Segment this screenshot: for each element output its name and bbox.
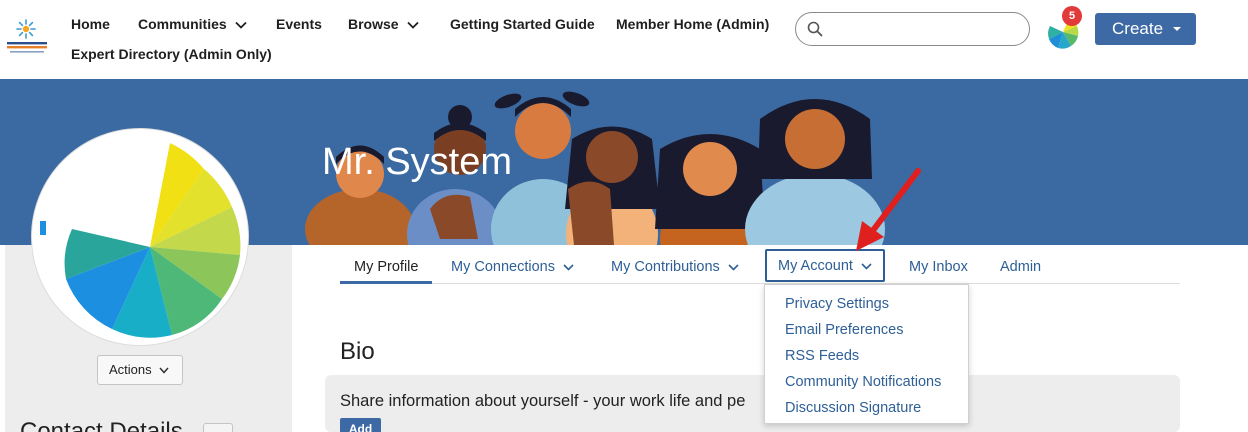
search-icon bbox=[807, 21, 823, 37]
chevron-down-icon bbox=[563, 264, 574, 271]
tab-my-profile-label: My Profile bbox=[354, 259, 419, 275]
nav-getting-started[interactable]: Getting Started Guide bbox=[450, 16, 595, 32]
nav-events[interactable]: Events bbox=[276, 16, 322, 32]
actions-button[interactable]: Actions bbox=[97, 355, 183, 385]
chevron-down-icon bbox=[159, 367, 169, 374]
create-button[interactable]: Create bbox=[1095, 13, 1196, 45]
profile-photo bbox=[31, 128, 249, 346]
nav-communities-label: Communities bbox=[138, 16, 227, 32]
tab-my-account-label: My Account bbox=[778, 258, 853, 274]
add-bio-button[interactable]: Add bbox=[340, 418, 381, 432]
nav-member-home[interactable]: Member Home (Admin) bbox=[616, 16, 769, 32]
site-logo[interactable] bbox=[4, 18, 50, 58]
top-navigation-bar: Home Communities Events Browse Getting S… bbox=[0, 0, 1248, 79]
chevron-down-icon bbox=[861, 263, 872, 270]
bio-prompt: Share information about yourself - your … bbox=[340, 392, 746, 410]
chevron-down-icon bbox=[235, 22, 247, 30]
tab-my-profile[interactable]: My Profile bbox=[340, 250, 433, 284]
notification-badge[interactable]: 5 bbox=[1062, 6, 1082, 26]
red-arrow-annotation bbox=[856, 168, 921, 251]
contact-edit-button[interactable] bbox=[203, 423, 233, 432]
tab-my-contributions-label: My Contributions bbox=[611, 259, 720, 275]
logo-graphic bbox=[7, 19, 47, 53]
tab-admin-label: Admin bbox=[1000, 259, 1042, 275]
search-input[interactable] bbox=[830, 18, 1020, 40]
tab-admin[interactable]: Admin bbox=[1000, 250, 1041, 284]
profile-name: Mr. System bbox=[322, 141, 513, 183]
account-dropdown-menu: Privacy Settings Email Preferences RSS F… bbox=[764, 284, 969, 424]
nav-browse[interactable]: Browse bbox=[348, 16, 419, 32]
menu-item-community-notifications[interactable]: Community Notifications bbox=[785, 374, 941, 390]
nav-browse-label: Browse bbox=[348, 16, 399, 32]
bio-title: Bio bbox=[340, 338, 375, 365]
menu-item-privacy-settings[interactable]: Privacy Settings bbox=[785, 296, 889, 312]
nav-communities[interactable]: Communities bbox=[138, 16, 247, 32]
chevron-down-icon bbox=[728, 264, 739, 271]
profile-photo-graphic bbox=[40, 143, 241, 338]
chevron-down-icon bbox=[406, 22, 419, 30]
create-button-label: Create bbox=[1112, 19, 1164, 38]
nav-expert-directory[interactable]: Expert Directory (Admin Only) bbox=[71, 46, 272, 62]
nav-home[interactable]: Home bbox=[71, 16, 110, 32]
tab-my-connections[interactable]: My Connections bbox=[451, 250, 574, 284]
menu-item-discussion-signature[interactable]: Discussion Signature bbox=[785, 400, 921, 416]
caret-down-icon bbox=[1173, 27, 1181, 31]
tab-my-inbox-label: My Inbox bbox=[909, 259, 968, 275]
actions-button-label: Actions bbox=[109, 362, 152, 377]
menu-item-email-preferences[interactable]: Email Preferences bbox=[785, 322, 903, 338]
search-box[interactable] bbox=[795, 12, 1030, 46]
menu-item-rss-feeds[interactable]: RSS Feeds bbox=[785, 348, 859, 364]
tab-my-inbox[interactable]: My Inbox bbox=[909, 250, 968, 284]
contact-details-title: Contact Details bbox=[20, 418, 183, 432]
tab-my-connections-label: My Connections bbox=[451, 259, 555, 275]
profile-tabs: My Profile My Connections My Contributio… bbox=[340, 249, 1180, 284]
tab-my-contributions[interactable]: My Contributions bbox=[611, 250, 739, 284]
